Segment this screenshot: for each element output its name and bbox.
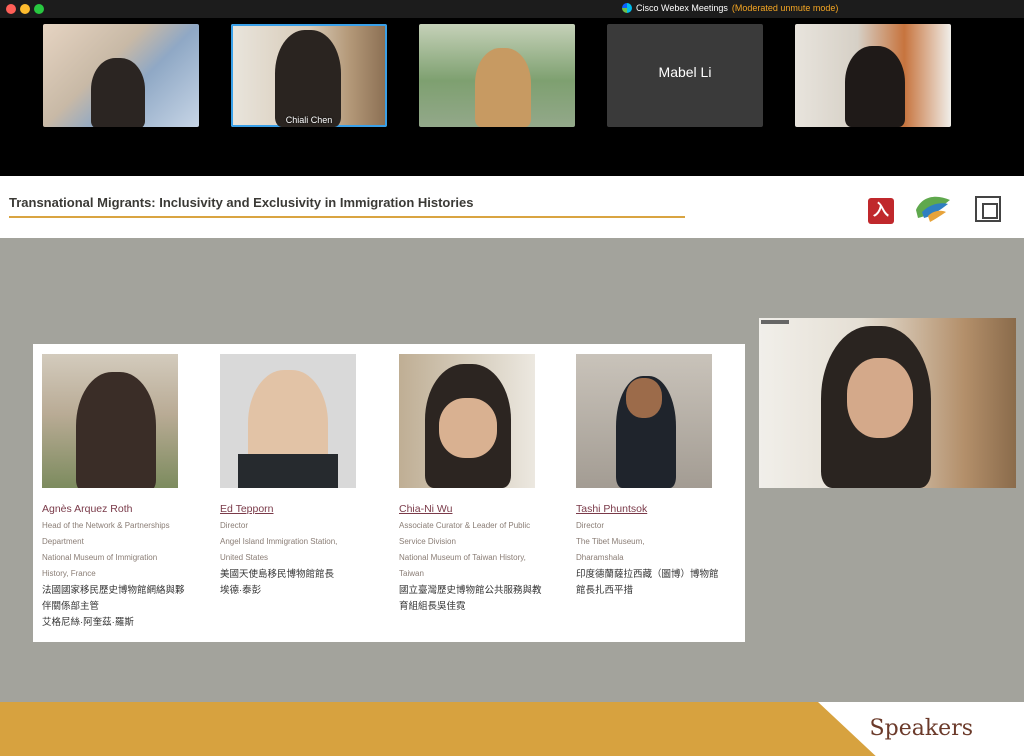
- participant-tile[interactable]: [419, 24, 575, 127]
- participant-name: Mabel Li: [658, 64, 712, 80]
- speaker-role-line: National Museum of Immigration: [42, 553, 158, 562]
- speaker-card: Agnès Arquez Roth Head of the Network & …: [42, 354, 212, 631]
- participant-strip: Chiali Chen Mabel Li: [0, 24, 1024, 127]
- shared-slide: Transnational Migrants: Inclusivity and …: [0, 176, 1024, 756]
- speaker-zh-line: 印度德蘭薩拉西藏（圖博）博物館: [576, 569, 719, 580]
- window-title: Cisco Webex Meetings (Moderated unmute m…: [622, 3, 838, 13]
- slide-footer-label: Speakers: [869, 716, 973, 741]
- speaker-photo: [576, 354, 712, 488]
- speaker-photo: [42, 354, 178, 488]
- speaker-role-line: Director: [576, 521, 605, 530]
- title-underline: [9, 216, 685, 218]
- speaker-role-line: History, France: [42, 569, 96, 578]
- speaker-zh-line: 館長扎西平措: [576, 585, 634, 596]
- speaker-card: Ed Tepporn Director Angel Island Immigra…: [220, 354, 390, 599]
- speaker-name[interactable]: Chia-Ni Wu: [399, 503, 569, 515]
- slide-header: Transnational Migrants: Inclusivity and …: [0, 176, 1024, 238]
- speaker-role-line: Director: [220, 521, 249, 530]
- leaf-logo-icon: [916, 196, 950, 222]
- slide-title: Transnational Migrants: Inclusivity and …: [9, 195, 474, 210]
- speaker-role-line: Associate Curator & Leader of Public: [399, 521, 531, 530]
- speaker-name[interactable]: Ed Tepporn: [220, 503, 390, 515]
- minimize-window-button[interactable]: [20, 4, 30, 14]
- speaker-card: Chia-Ni Wu Associate Curator & Leader of…: [399, 354, 569, 615]
- speaker-zh-line: 育組組長吳佳霓: [399, 601, 466, 612]
- speaker-role-line: Head of the Network & Partnerships: [42, 521, 170, 530]
- participant-tile[interactable]: [43, 24, 199, 127]
- speaker-zh-line: 美國天使島移民博物館館長: [220, 569, 335, 580]
- speaker-zh-line: 艾格尼絲·阿奎茲·羅斯: [42, 617, 134, 628]
- video-indicator: [761, 320, 789, 324]
- participant-video: [845, 46, 905, 127]
- speaker-name: Agnès Arquez Roth: [42, 503, 133, 515]
- speaker-zh-line: 國立臺灣歷史博物館公共服務與教: [399, 585, 542, 596]
- participant-tile-active-speaker[interactable]: Chiali Chen: [231, 24, 387, 127]
- speaker-role-line: Service Division: [399, 537, 456, 546]
- participant-video: [275, 30, 341, 127]
- speaker-photo: [399, 354, 535, 488]
- museum-logo-icon: 入: [868, 198, 894, 224]
- speaker-zh-line: 法國國家移民歷史博物館網絡與夥: [42, 585, 185, 596]
- participant-name: Chiali Chen: [285, 115, 333, 125]
- participant-video: [91, 58, 145, 127]
- speaker-card: Tashi Phuntsok Director The Tibet Museum…: [576, 354, 746, 599]
- speakers-card: Agnès Arquez Roth Head of the Network & …: [33, 344, 745, 642]
- speaker-role-line: Taiwan: [399, 569, 424, 578]
- webex-logo-icon: [622, 3, 632, 13]
- speaker-role-line: Department: [42, 537, 84, 546]
- speaker-photo: [220, 354, 356, 488]
- speaker-name[interactable]: Tashi Phuntsok: [576, 503, 746, 515]
- speaker-role-line: Dharamshala: [576, 553, 624, 562]
- participant-tile-no-video[interactable]: Mabel Li: [607, 24, 763, 127]
- speaker-role-line: United States: [220, 553, 269, 562]
- speaker-zh-line: 埃德·泰彭: [220, 585, 262, 596]
- participant-video: [475, 48, 531, 127]
- frame-logo-icon: [975, 196, 1001, 222]
- speaker-role-line: Angel Island Immigration Station,: [220, 537, 338, 546]
- window-titlebar: Cisco Webex Meetings (Moderated unmute m…: [0, 0, 1024, 18]
- speaker-zh-line: 伴關係部主管: [42, 601, 100, 612]
- zoom-window-button[interactable]: [34, 4, 44, 14]
- participant-tile[interactable]: [795, 24, 951, 127]
- presenter-video[interactable]: [759, 318, 1016, 488]
- meeting-mode: (Moderated unmute mode): [731, 3, 839, 13]
- speaker-role-line: National Museum of Taiwan History,: [399, 553, 526, 562]
- app-name: Cisco Webex Meetings: [636, 3, 728, 13]
- close-window-button[interactable]: [6, 4, 16, 14]
- speaker-role-line: The Tibet Museum,: [576, 537, 645, 546]
